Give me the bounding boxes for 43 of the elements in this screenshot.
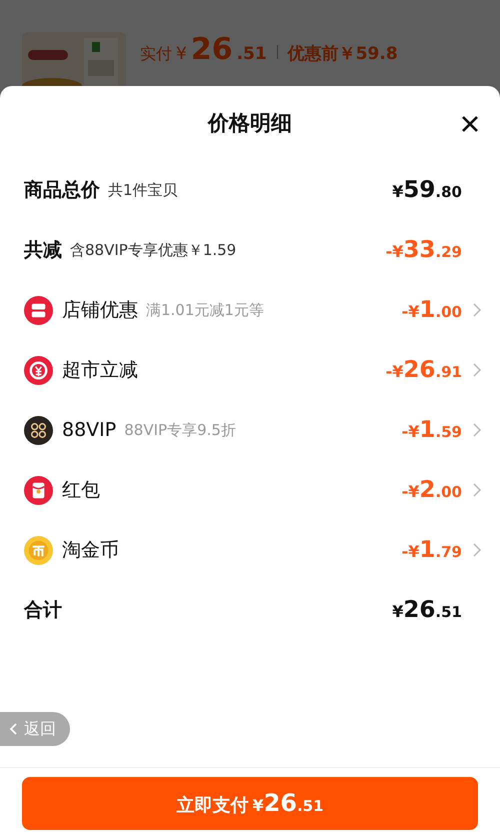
amount: -¥26.91 bbox=[386, 357, 462, 383]
discount-row[interactable]: 88VIP 88VIP专享9.5折 -¥1.59 bbox=[24, 400, 478, 460]
row-note: 共1件宝贝 bbox=[108, 180, 178, 200]
back-chevron-icon bbox=[8, 722, 18, 736]
discount-row[interactable]: 店铺优惠 满1.01元减1元等 -¥1.00 bbox=[24, 280, 478, 340]
coin-icon bbox=[24, 536, 53, 564]
currency-sign: ¥ bbox=[176, 44, 187, 64]
amount: -¥2.00 bbox=[402, 477, 462, 503]
row-label: 店铺优惠 bbox=[62, 298, 138, 323]
close-icon[interactable] bbox=[460, 114, 480, 134]
amount: -¥1.79 bbox=[402, 537, 462, 563]
paid-label: 实付 bbox=[140, 44, 172, 65]
yuan-coin-icon bbox=[24, 356, 53, 384]
envelope-icon bbox=[24, 476, 53, 504]
row-label: 合计 bbox=[24, 598, 62, 623]
amount: -¥1.59 bbox=[402, 417, 462, 443]
sheet-title: 价格明细 bbox=[208, 110, 292, 137]
original-price: 优惠前￥59.8 bbox=[288, 43, 398, 65]
amount: ¥59.80 bbox=[392, 177, 462, 203]
row-label: 88VIP bbox=[62, 419, 116, 441]
row-label: 超市立减 bbox=[62, 358, 138, 383]
paid-price-decimals: .51 bbox=[236, 44, 267, 64]
vip-icon bbox=[24, 416, 53, 444]
chevron-icon bbox=[472, 302, 482, 318]
row-label: 商品总价 bbox=[24, 178, 100, 203]
discount-row[interactable]: 超市立减 -¥26.91 bbox=[24, 340, 478, 400]
discount-row[interactable]: 淘金币 -¥1.79 bbox=[24, 520, 478, 580]
row-note: 含88VIP专享优惠￥1.59 bbox=[70, 240, 236, 260]
shop-icon bbox=[24, 296, 53, 324]
chevron-icon bbox=[472, 362, 482, 378]
amount: -¥1.00 bbox=[402, 297, 462, 323]
row-label: 红包 bbox=[62, 478, 100, 503]
row-label: 淘金币 bbox=[62, 538, 119, 563]
amount: -¥33.29 bbox=[386, 237, 462, 263]
row-note: 满1.01元减1元等 bbox=[146, 300, 264, 320]
discount-row[interactable]: 红包 -¥2.00 bbox=[24, 460, 478, 520]
row-label: 共减 bbox=[24, 238, 62, 263]
amount: ¥26.51 bbox=[392, 597, 462, 623]
chevron-icon bbox=[472, 542, 482, 558]
chevron-icon bbox=[472, 422, 482, 438]
chevron-icon bbox=[472, 482, 482, 498]
row-note: 88VIP专享9.5折 bbox=[124, 420, 236, 440]
paid-price: 26 bbox=[190, 32, 233, 67]
